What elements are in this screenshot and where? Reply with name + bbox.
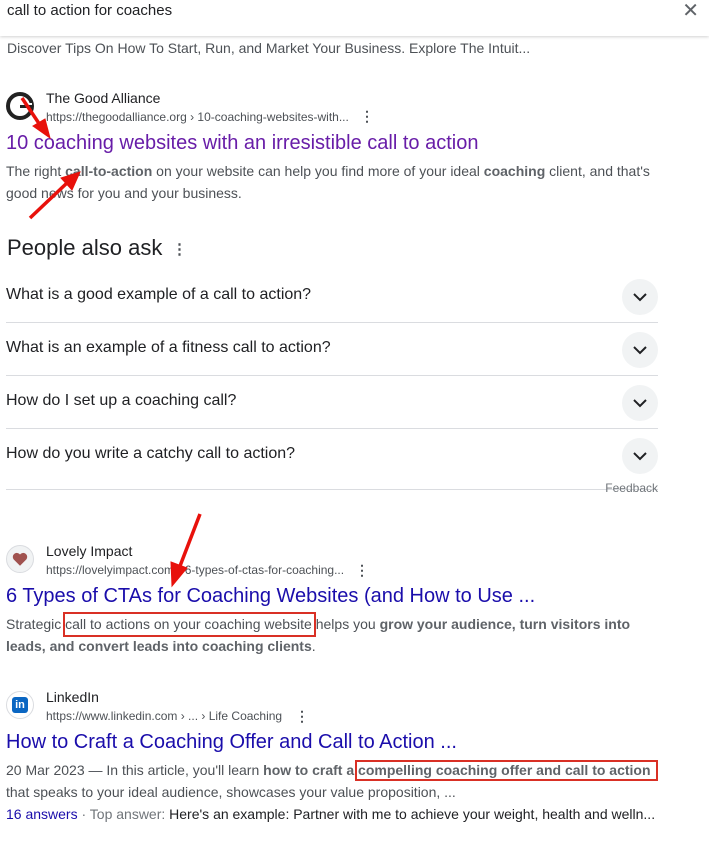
annotation-arrow-head: [170, 561, 188, 588]
annotation-arrow-head: [32, 118, 51, 140]
annotation-arrow: [178, 513, 202, 567]
annotation-arrows: [20, 97, 202, 588]
annotation-arrow: [28, 180, 70, 220]
